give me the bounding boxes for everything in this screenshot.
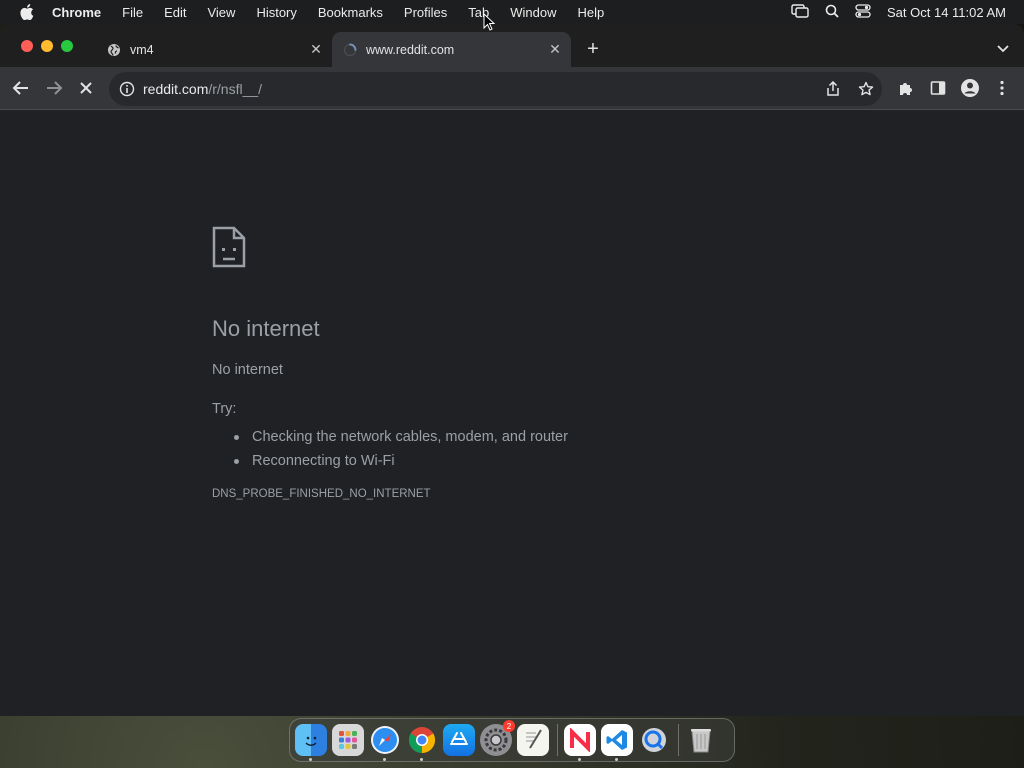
launchpad-icon[interactable] [332,724,364,756]
finder-icon[interactable] [295,724,327,761]
running-indicator [578,758,581,761]
new-tab-icon[interactable]: + [583,38,603,60]
tab-close-icon[interactable]: ✕ [308,41,324,58]
apple-menu-icon[interactable] [20,4,34,20]
quicktime-icon[interactable] [638,724,670,756]
url-text: reddit.com/r/nsfl__/ [143,81,262,97]
error-subtitle: No internet [212,362,283,378]
list-item: Reconnecting to Wi-Fi [234,449,568,473]
safari-icon[interactable] [369,724,401,761]
address-bar[interactable]: reddit.com/r/nsfl__/ [109,72,882,106]
vscode-icon[interactable] [601,724,633,761]
globe-icon [106,42,122,58]
error-code: DNS_PROBE_FINISHED_NO_INTERNET [212,488,431,500]
sad-document-icon [212,226,246,268]
menu-view[interactable]: View [207,5,235,20]
bookmark-star-icon[interactable] [857,80,875,98]
chrome-icon[interactable] [406,724,438,761]
url-domain: reddit.com [143,81,209,97]
menu-file[interactable]: File [122,5,143,20]
suggestion-list: Checking the network cables, modem, and … [234,425,568,473]
page-content: No internet No internet Try: Checking th… [0,110,1024,716]
tab-search-chevron-icon[interactable] [996,41,1010,53]
chrome-menu-kebab-icon[interactable] [991,77,1013,99]
screen-mirroring-icon[interactable] [791,3,809,21]
profile-avatar-icon[interactable] [959,77,981,99]
news-icon[interactable] [564,724,596,761]
macos-dock: 2 [289,718,735,762]
macos-menu-bar: Chrome File Edit View History Bookmarks … [0,0,1024,24]
trash-icon[interactable] [685,724,717,756]
back-arrow-icon[interactable] [10,77,32,99]
extensions-puzzle-icon[interactable] [895,77,917,99]
error-title: No internet [212,316,320,341]
system-settings-icon[interactable]: 2 [480,720,515,756]
running-indicator [383,758,386,761]
dock-separator [678,724,679,756]
tab-reddit[interactable]: www.reddit.com ✕ [332,32,571,67]
browser-toolbar: reddit.com/r/nsfl__/ [0,67,1024,110]
running-indicator [420,758,423,761]
menu-bookmarks[interactable]: Bookmarks [318,5,383,20]
menu-window[interactable]: Window [510,5,556,20]
window-close-button[interactable] [21,40,33,52]
menu-profiles[interactable]: Profiles [404,5,447,20]
url-path: /r/nsfl__/ [208,81,263,97]
running-indicator [615,758,618,761]
tab-vm4[interactable]: vm4 ✕ [96,32,332,67]
list-item: Checking the network cables, modem, and … [234,425,568,449]
window-minimize-button[interactable] [41,40,53,52]
site-info-icon[interactable] [119,81,135,97]
tab-close-icon[interactable]: ✕ [547,41,563,58]
stop-loading-icon[interactable] [75,77,97,99]
menu-help[interactable]: Help [578,5,605,20]
running-indicator [309,758,312,761]
notification-badge: 2 [503,720,515,732]
dock-separator [557,724,558,756]
chrome-window: vm4 ✕ www.reddit.com ✕ + reddit.com/r/ns… [0,24,1024,716]
textedit-icon[interactable] [517,724,549,756]
menu-app-name[interactable]: Chrome [52,5,101,20]
menu-history[interactable]: History [256,5,296,20]
spotlight-search-icon[interactable] [825,4,839,21]
control-center-icon[interactable] [855,3,871,21]
tab-strip: vm4 ✕ www.reddit.com ✕ + [0,24,1024,67]
loading-spinner-icon [342,42,358,58]
tab-title: www.reddit.com [366,42,455,57]
tab-title: vm4 [130,42,154,57]
window-zoom-button[interactable] [61,40,73,52]
menu-bar-clock[interactable]: Sat Oct 14 11:02 AM [887,5,1006,20]
side-panel-icon[interactable] [927,77,949,99]
share-icon[interactable] [824,80,842,98]
try-label: Try: [212,401,237,417]
mouse-cursor-icon [483,12,496,31]
app-store-icon[interactable] [443,724,475,756]
forward-arrow-icon[interactable] [43,77,65,99]
menu-edit[interactable]: Edit [164,5,186,20]
